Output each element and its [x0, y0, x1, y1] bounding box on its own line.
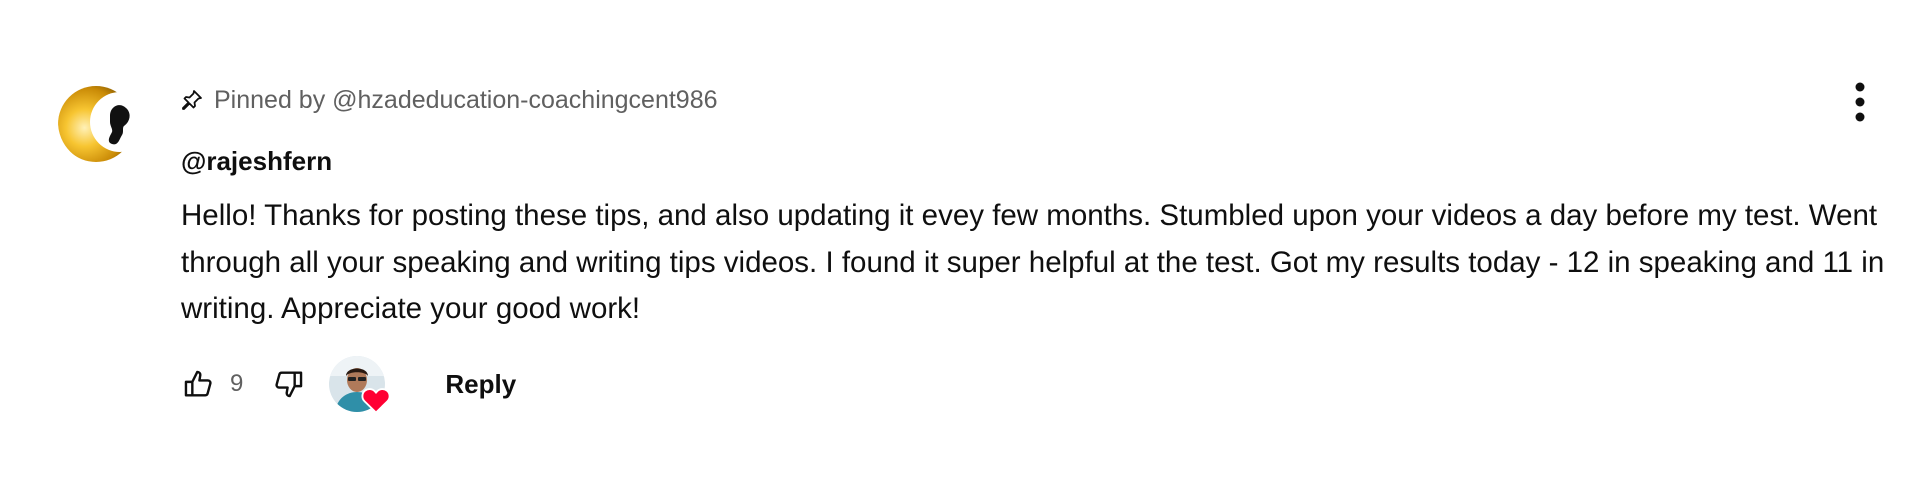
pin-icon	[182, 90, 202, 110]
pinned-label: Pinned by @hzadeducation-coachingcent986	[180, 84, 718, 116]
comment-author[interactable]: @rajeshfern	[181, 146, 332, 177]
thumbs-down-icon	[275, 371, 303, 398]
like-count: 9	[230, 370, 244, 397]
comment-actions: 9 Reply	[176, 356, 526, 414]
comment-menu-button[interactable]	[1838, 76, 1882, 128]
thumbs-up-icon	[184, 370, 212, 397]
creator-heart-badge[interactable]	[329, 356, 391, 414]
comment-thread: Pinned by @hzadeducation-coachingcent986…	[0, 0, 1920, 493]
reply-button[interactable]: Reply	[435, 361, 526, 408]
heart-icon	[361, 388, 391, 414]
pinned-text: Pinned by @hzadeducation-coachingcent986	[214, 85, 718, 114]
comment-text: Hello! Thanks for posting these tips, an…	[181, 199, 1885, 325]
like-button[interactable]	[176, 362, 220, 406]
dislike-button[interactable]	[267, 362, 311, 406]
more-vertical-icon	[1855, 82, 1865, 122]
commenter-avatar[interactable]	[58, 80, 142, 164]
avatar-image	[58, 80, 142, 164]
